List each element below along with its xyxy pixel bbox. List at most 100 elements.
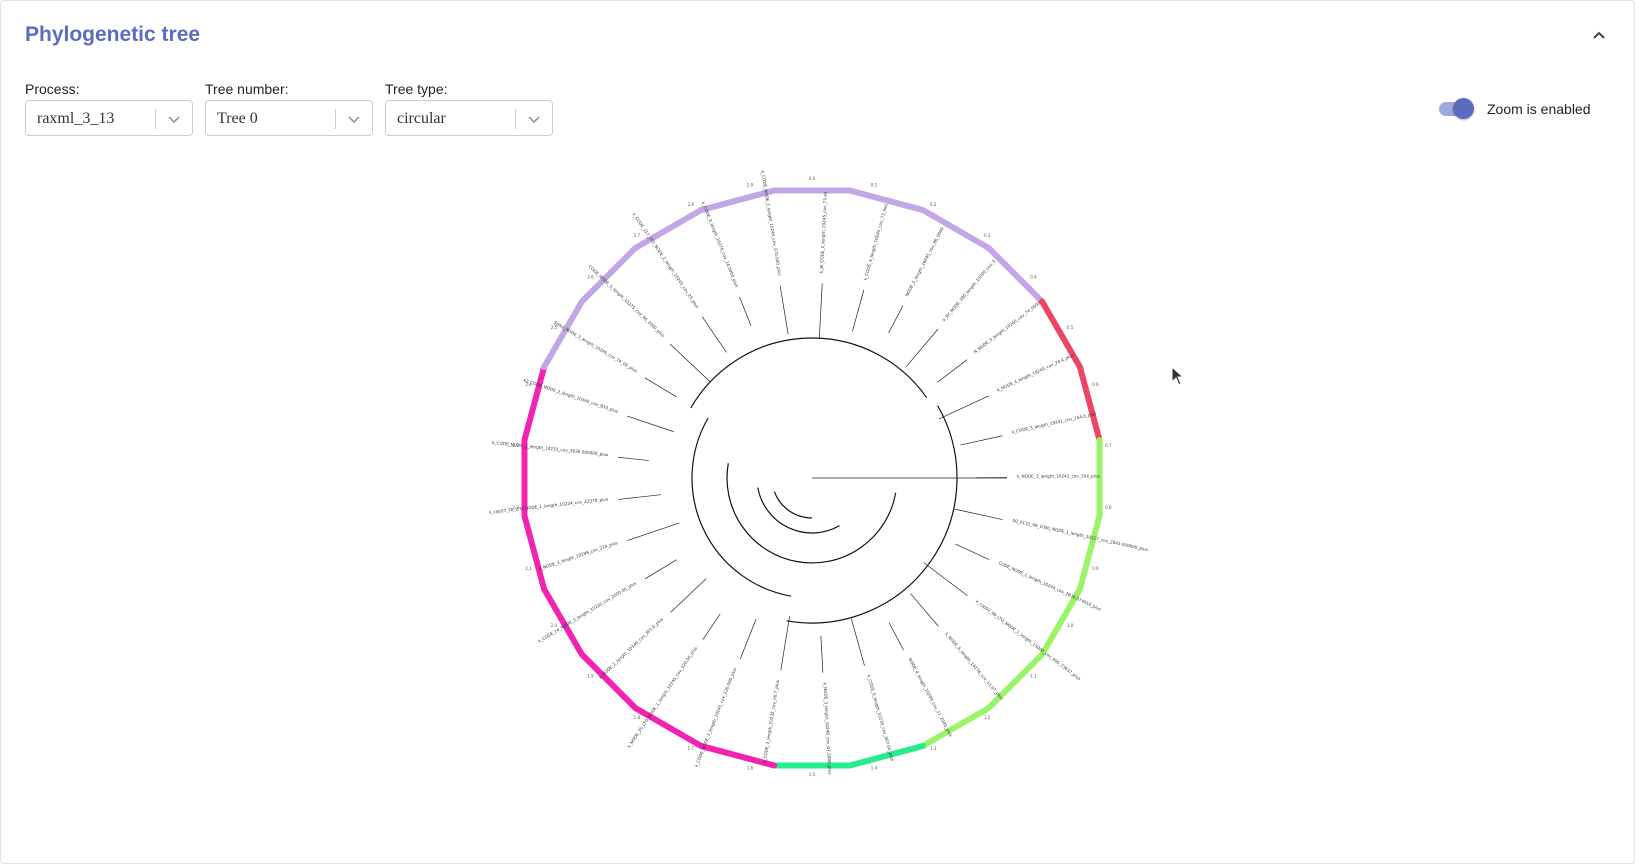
ring-tick-label: 0.1: [871, 183, 878, 188]
ring-tick-label: 0.6: [1092, 382, 1099, 387]
leaf-branch: [670, 578, 707, 613]
leaf-branch: [954, 508, 1003, 520]
ring-segment: [846, 742, 926, 769]
ring-tick-label: 1.4: [871, 765, 878, 770]
leaf-branch: [888, 305, 904, 334]
leaf-label: Spike_NODE_3_length_10245_cov_74_00_plus: [553, 320, 638, 374]
clade-arc: [786, 405, 958, 624]
ring-tick-label: 2.0: [551, 623, 558, 628]
leaf-label: k_CODE_5_length_10230_cov_907.00_plus: [866, 674, 895, 761]
leaf-label: NODE_2_length_16045_cov_86_0000: [904, 226, 945, 297]
ring-tick-label: 0.8: [1105, 505, 1112, 510]
leaf-label: k_CODE_NODE_1_length_10232_cov_3830.0000…: [492, 440, 609, 457]
ring-tick-label: 2.7: [634, 233, 641, 238]
leaf-branch: [906, 328, 939, 367]
leaf-branch: [618, 494, 661, 500]
leaf-branch: [852, 289, 865, 332]
ring-tick-label: 1.2: [984, 715, 991, 720]
leaf-label: k_cop27_TA_LTO_NODE_1_length_10224_cov_2…: [489, 497, 609, 515]
leaf-label: CODE_NODE_5_length_10275_cov_48_2000_plu…: [588, 264, 666, 338]
clade-arc: [757, 487, 840, 534]
leaf-branch: [850, 618, 865, 666]
leaf-label: k_CODE_3_length_10232_cov_00.7_plus: [762, 680, 780, 764]
leaf-branch: [644, 377, 677, 398]
leaf-label: N_NODE_3_length_10240_cov_74_0003: [973, 300, 1042, 354]
ring-tick-label: 0.4: [1030, 275, 1037, 280]
leaf-branch: [626, 415, 674, 432]
mouse-cursor-icon: [1171, 366, 1185, 386]
ring-tick-label: 2.5: [551, 325, 558, 330]
ring-tick-label: 0.0: [809, 176, 816, 181]
clade-arc: [773, 491, 813, 519]
ring-tick-label: 2.3: [512, 443, 519, 448]
leaf-labels: k_Bl_CODE_2_length_10245_cov_73.45 k_CODE…: [489, 170, 1149, 774]
leaf-branch: [937, 359, 968, 383]
leaf-branch: [739, 296, 752, 326]
leaf-label: k_RY_NODE_180_length_15000_cov_1: [941, 258, 996, 322]
ring-tick-label: 1.7: [688, 746, 695, 751]
leaf-branch: [955, 543, 990, 560]
ring-segment: [578, 651, 639, 712]
ring-tick-label: 2.4: [525, 382, 532, 387]
leaf-branch: [702, 613, 721, 640]
ring-segment: [985, 651, 1046, 712]
leaf-label: NODE_4_length_10299_cov_27_2000_plus: [907, 657, 953, 737]
ring-tick-label: 2.1: [525, 566, 532, 571]
leaf-branch: [780, 616, 790, 671]
leaf-label: k_NODE_3_length_10240_cov_07.2000_plus: [822, 682, 832, 774]
ring-tick-label: 0.9: [1092, 566, 1099, 571]
leaf-label: k_CODE_217_LTO_NODE_2_length_10245_cov_2…: [632, 212, 700, 309]
ring-segment: [1076, 512, 1103, 592]
ring-segment: [919, 705, 992, 749]
tree-branches: [618, 283, 1008, 673]
leaf-label: k_CODE_14_NODE_3_length_10232_cov_2000.0…: [537, 581, 637, 644]
leaf-branch: [779, 285, 789, 335]
leaf-label: k_CODE_NODE_1_length_10245_cov_370.000_p…: [760, 170, 782, 276]
ring-tick-label: 1.6: [747, 765, 754, 770]
leaf-branch: [938, 395, 989, 420]
phylogenetic-tree-canvas[interactable]: k_Bl_CODE_2_length_10245_cov_73.45 k_CODE…: [1, 1, 1634, 863]
ring-tick-label: 1.5: [809, 772, 816, 777]
ring-tick-label: 2.9: [747, 183, 754, 188]
ring-tick-label: 1.1: [1030, 673, 1037, 678]
ring-tick-label: 0.2: [930, 202, 937, 207]
leaf-branch: [644, 559, 677, 580]
leaf-branch: [820, 635, 824, 673]
ring-tick-label: 1.8: [634, 715, 641, 720]
ring-tick-label: 1.9: [587, 673, 594, 678]
ring-tick-label: 0.7: [1105, 443, 1112, 448]
leaf-label: k_Bl_CODE_2_length_10245_cov_73.45: [819, 191, 828, 273]
leaf-label: k_NODE_4_length_19245_cov_74.4_plus: [996, 353, 1074, 393]
leaf-label: k_CODE_3_length_19241_cov_154.0_plus: [1011, 411, 1097, 435]
ring-segment: [521, 512, 548, 592]
leaf-branch: [701, 316, 727, 353]
ring-tick-label: 0.5: [1067, 325, 1074, 330]
leaf-branch: [910, 593, 939, 627]
clade-arc: [691, 417, 792, 597]
leaf-branch: [627, 522, 680, 541]
leaf-branch: [739, 619, 757, 660]
leaf-label: k_NODE_4_length_19276_cov_11.07_plus: [944, 631, 1004, 700]
ring-tick-label: 2.6: [587, 275, 594, 280]
leaf-branch: [960, 435, 1003, 446]
leaf-label: k_NODE_2_length_10340_cov_301.0_plus: [598, 616, 664, 679]
ring-tick-label: 0.3: [984, 233, 991, 238]
leaf-label: k_NODE_3_length_10241_cov_354_plus: [1017, 473, 1100, 478]
ring-tick-label: 1.0: [1067, 623, 1074, 628]
ring-tick-label: 2.2: [512, 505, 519, 510]
ring-segment: [1076, 364, 1103, 444]
leaf-label: k_NODE_35_LTO_NODE_1_length_10245_cov_32…: [626, 646, 698, 749]
ring-tick-label: 1.3: [930, 746, 937, 751]
leaf-branch: [818, 283, 823, 339]
leaf-label: 00_0132_99_1000_NODE_1_length_10217_cov_…: [1012, 518, 1148, 552]
clade-arc: [690, 337, 928, 409]
leaf-branch: [923, 562, 968, 597]
leaf-label: k_CODE_4_length_10245_cov_73_bwL: [863, 202, 889, 281]
leaf-branch: [669, 343, 711, 383]
ring-segment: [541, 585, 585, 658]
leaf-branch: [618, 456, 649, 461]
leaf-branch: [888, 622, 904, 651]
phylogenetic-tree-panel: Phylogenetic tree Process: raxml_3_13 Tr…: [0, 0, 1635, 864]
leaf-label: k_CODE_3_length_10276_cov_14.0000_plus: [701, 201, 740, 288]
ring-segment: [698, 187, 778, 214]
